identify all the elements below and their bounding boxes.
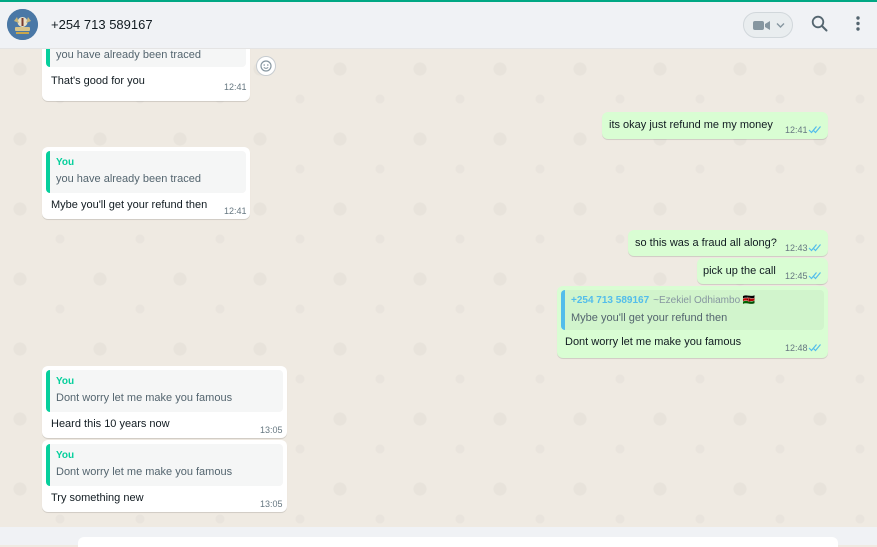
message-text: Mybe you'll get your refund then <box>51 199 208 211</box>
message-outgoing[interactable]: +254 713 589167 ~Ezekiel Odhiambo 🇰🇪 Mybe… <box>557 286 828 358</box>
message-text: Try something new <box>51 492 144 504</box>
video-call-button[interactable] <box>743 12 793 38</box>
message-time: 13:05 <box>260 499 283 509</box>
message-time: 13:05 <box>260 425 283 435</box>
read-receipt-icon <box>808 244 821 252</box>
chat-header: +254 713 589167 <box>0 2 877 49</box>
video-call-icon <box>753 21 770 30</box>
message-outgoing[interactable]: so this was a fraud all along? 12:43 <box>628 230 828 256</box>
message-incoming[interactable]: you have already been traced That's good… <box>42 49 250 101</box>
message-outgoing[interactable]: its okay just refund me my money 12:41 <box>602 112 828 139</box>
message-outgoing[interactable]: pick up the call 12:45 <box>697 258 828 284</box>
message-time: 12:41 <box>224 82 247 92</box>
message-text: Dont worry let me make you famous <box>565 336 742 348</box>
message-list[interactable]: you have already been traced That's good… <box>0 49 877 527</box>
quoted-text: you have already been traced <box>56 49 201 61</box>
smiley-icon <box>260 60 272 72</box>
read-receipt-icon <box>808 344 821 352</box>
quoted-message[interactable]: +254 713 589167 ~Ezekiel Odhiambo 🇰🇪 Mybe… <box>561 290 824 330</box>
message-incoming[interactable]: You Dont worry let me make you famous Tr… <box>42 440 287 512</box>
quoted-message[interactable]: you have already been traced <box>46 49 246 67</box>
quoted-text: Dont worry let me make you famous <box>56 392 233 404</box>
quoted-author-alias: ~Ezekiel Odhiambo <box>653 295 741 306</box>
quoted-message[interactable]: You Dont worry let me make you famous <box>46 444 283 486</box>
message-time: 12:43 <box>785 243 808 253</box>
contact-name[interactable]: +254 713 589167 <box>51 17 153 32</box>
quoted-author: You <box>56 376 75 387</box>
quoted-text: Dont worry let me make you famous <box>56 466 233 478</box>
quoted-author: +254 713 589167 ~Ezekiel Odhiambo 🇰🇪 <box>571 295 755 306</box>
quoted-author-number: +254 713 589167 <box>571 295 650 306</box>
read-receipt-icon <box>808 272 821 280</box>
message-text: That's good for you <box>51 75 145 87</box>
message-time: 12:41 <box>224 206 247 216</box>
kenya-flag-icon: 🇰🇪 <box>742 295 756 306</box>
message-input[interactable] <box>78 537 838 547</box>
quoted-author: You <box>56 157 75 168</box>
quoted-message[interactable]: You Dont worry let me make you famous <box>46 370 283 412</box>
coat-of-arms-icon <box>7 9 38 40</box>
message-time: 12:41 <box>785 125 808 135</box>
quoted-author: You <box>56 450 75 461</box>
message-text: so this was a fraud all along? <box>635 237 777 249</box>
message-text: Heard this 10 years now <box>51 418 170 430</box>
message-text: its okay just refund me my money <box>609 119 773 131</box>
react-button[interactable] <box>256 56 276 76</box>
quoted-message[interactable]: You you have already been traced <box>46 151 246 193</box>
chevron-down-icon <box>776 23 785 28</box>
composer-bar <box>0 527 877 547</box>
avatar[interactable] <box>7 9 38 40</box>
message-text: pick up the call <box>703 265 776 277</box>
search-icon[interactable] <box>811 15 828 32</box>
quoted-text: Mybe you'll get your refund then <box>571 312 728 324</box>
menu-icon[interactable] <box>855 15 861 32</box>
read-receipt-icon <box>808 126 821 134</box>
message-time: 12:48 <box>785 343 808 353</box>
message-incoming[interactable]: You Dont worry let me make you famous He… <box>42 366 287 438</box>
message-time: 12:45 <box>785 271 808 281</box>
message-incoming[interactable]: You you have already been traced Mybe yo… <box>42 147 250 219</box>
quoted-text: you have already been traced <box>56 173 201 185</box>
